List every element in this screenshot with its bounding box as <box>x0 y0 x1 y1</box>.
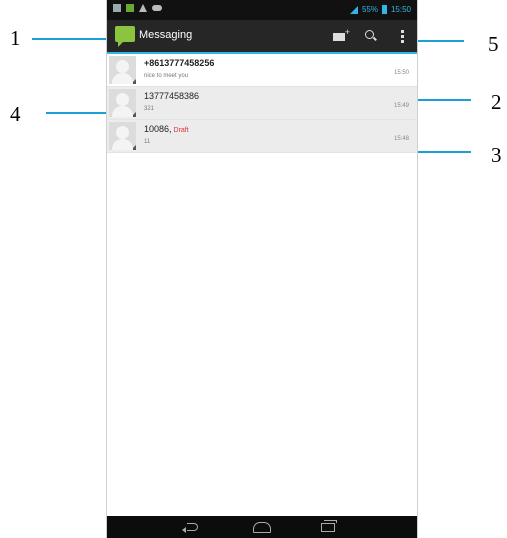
callout-1: 1 <box>10 26 21 50</box>
callout-4: 4 <box>10 102 21 126</box>
overflow-menu-icon[interactable] <box>401 30 404 43</box>
conversation-sender: 13777458386 <box>144 91 200 101</box>
status-bar: 55% 15:50 <box>107 0 417 20</box>
conversation-snippet: nice to meet you <box>144 73 189 79</box>
conversation-row[interactable]: 13777458386 321 15:49 <box>107 87 417 120</box>
contact-avatar[interactable] <box>109 56 136 84</box>
conversation-sender: 10086, Draft <box>144 124 189 134</box>
system-status: 55% 15:50 <box>349 5 411 14</box>
conversation-time: 15:50 <box>393 70 409 76</box>
clock: 15:50 <box>390 5 411 14</box>
conversation-snippet: 321 <box>144 106 155 112</box>
back-icon[interactable] <box>182 523 198 533</box>
conversation-time: 15:48 <box>393 136 409 142</box>
callout-3: 3 <box>491 143 502 167</box>
messaging-notification-icon <box>126 4 134 12</box>
conversation-row[interactable]: 10086, Draft 11 15:48 <box>107 120 417 153</box>
recent-apps-icon[interactable] <box>321 520 337 532</box>
callout-5: 5 <box>488 32 499 56</box>
cloud-icon <box>152 5 162 11</box>
notification-icons <box>113 4 162 12</box>
app-title: Messaging <box>139 29 193 41</box>
signal-icon <box>349 5 358 14</box>
sender-number: 10086, <box>144 124 172 134</box>
compose-icon[interactable] <box>333 27 350 41</box>
warning-icon <box>139 4 147 12</box>
search-icon[interactable] <box>365 30 374 39</box>
conversation-time: 15:49 <box>393 103 409 109</box>
callout-2: 2 <box>491 90 502 114</box>
action-bar: Messaging <box>107 20 417 54</box>
conversation-list: +8613777458256 nice to meet you 15:50 13… <box>107 54 417 153</box>
battery-icon <box>381 5 387 14</box>
conversation-snippet: 11 <box>144 139 151 145</box>
home-icon[interactable] <box>253 522 271 533</box>
navigation-bar <box>107 516 417 538</box>
tablet-screen: 55% 15:50 Messaging +8613777458256 nice … <box>106 0 418 538</box>
battery-text: 55% <box>361 5 378 14</box>
draft-label: Draft <box>173 127 189 134</box>
conversation-sender: +8613777458256 <box>144 58 215 68</box>
conversation-row[interactable]: +8613777458256 nice to meet you 15:50 <box>107 54 417 87</box>
messaging-app-icon[interactable] <box>115 26 135 47</box>
notification-icon <box>113 4 121 12</box>
contact-avatar[interactable] <box>109 122 136 150</box>
contact-avatar[interactable] <box>109 89 136 117</box>
